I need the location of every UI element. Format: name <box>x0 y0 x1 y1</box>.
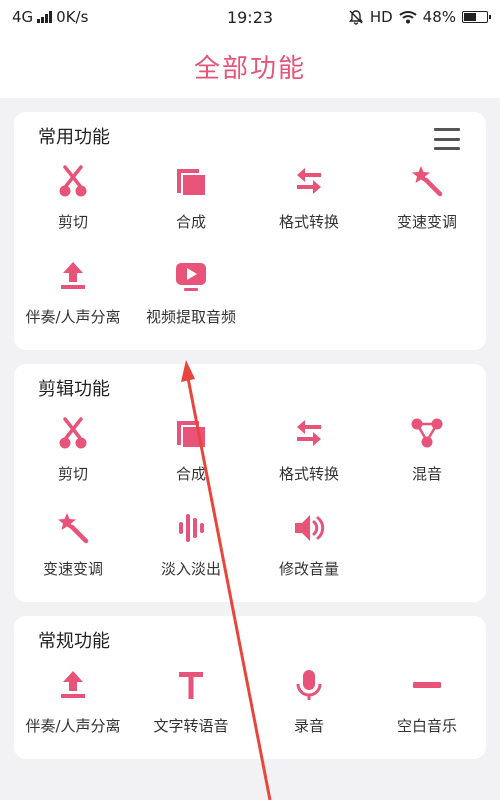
feature-label: 合成 <box>175 213 206 231</box>
text-icon <box>173 667 209 703</box>
feature-grid: 剪切 合成 格式转换 混音 变速变调 淡入淡出 修改音量 <box>14 402 486 592</box>
feature-label: 变速变调 <box>396 213 457 231</box>
signal-icon <box>37 11 53 23</box>
battery-percent: 48% <box>422 8 456 26</box>
section-card: 剪辑功能 剪切 合成 格式转换 混音 变速变调 淡入淡出 修改音量 <box>14 364 486 602</box>
feature-item[interactable]: 文字转语音 <box>132 654 250 749</box>
feature-label: 伴奏/人声分离 <box>25 717 121 735</box>
feature-item[interactable]: 视频提取音频 <box>132 245 250 340</box>
minus-icon <box>409 667 445 703</box>
feature-label: 修改音量 <box>278 560 339 578</box>
status-bar: 4G 0K/s 19:23 HD 48% <box>0 0 500 34</box>
menu-icon[interactable] <box>434 128 460 150</box>
network-type: 4G <box>12 8 34 26</box>
feature-label: 混音 <box>411 465 442 483</box>
feature-item[interactable]: 格式转换 <box>250 150 368 245</box>
feature-item[interactable]: 混音 <box>368 402 486 497</box>
feature-item[interactable]: 剪切 <box>14 402 132 497</box>
page-title: 全部功能 <box>193 53 306 84</box>
page-header: 全部功能 <box>0 34 500 98</box>
feature-label: 视频提取音频 <box>145 308 236 326</box>
feature-item[interactable]: 剪切 <box>14 150 132 245</box>
upload-icon <box>55 258 91 294</box>
feature-label: 伴奏/人声分离 <box>25 308 121 326</box>
feature-grid: 伴奏/人声分离 文字转语音 录音 空白音乐 <box>14 654 486 749</box>
sections-container: 常用功能 剪切 合成 格式转换 变速变调 伴奏/人声分离 视频提取音频 剪辑功能… <box>0 112 500 759</box>
waveform-icon <box>173 510 209 546</box>
feature-label: 空白音乐 <box>396 717 457 735</box>
battery-icon <box>462 11 491 23</box>
feature-item[interactable]: 变速变调 <box>14 497 132 592</box>
volume-icon <box>291 510 327 546</box>
feature-item[interactable]: 淡入淡出 <box>132 497 250 592</box>
feature-item[interactable]: 合成 <box>132 150 250 245</box>
feature-item[interactable]: 伴奏/人声分离 <box>14 654 132 749</box>
merge-icon <box>173 415 209 451</box>
feature-label: 剪切 <box>57 213 88 231</box>
network-speed: 0K/s <box>56 8 89 26</box>
mute-bell-icon <box>348 10 363 25</box>
scissors-icon <box>55 415 91 451</box>
feature-item[interactable]: 录音 <box>250 654 368 749</box>
magic-wand-icon <box>55 510 91 546</box>
wifi-icon <box>398 11 417 24</box>
feature-label: 变速变调 <box>42 560 103 578</box>
feature-label: 格式转换 <box>278 213 339 231</box>
hd-badge: HD <box>369 8 393 26</box>
feature-item[interactable]: 格式转换 <box>250 402 368 497</box>
section-title: 常规功能 <box>38 631 110 652</box>
section-title: 常用功能 <box>38 127 110 148</box>
feature-item[interactable]: 修改音量 <box>250 497 368 592</box>
convert-icon <box>291 415 327 451</box>
section-card: 常用功能 剪切 合成 格式转换 变速变调 伴奏/人声分离 视频提取音频 <box>14 112 486 350</box>
upload-icon <box>55 667 91 703</box>
feature-label: 录音 <box>293 717 324 735</box>
mix-icon <box>409 415 445 451</box>
section-card: 常规功能 伴奏/人声分离 文字转语音 录音 空白音乐 <box>14 616 486 759</box>
convert-icon <box>291 163 327 199</box>
feature-label: 格式转换 <box>278 465 339 483</box>
status-left: 4G 0K/s <box>12 8 88 26</box>
merge-icon <box>173 163 209 199</box>
feature-label: 淡入淡出 <box>160 560 221 578</box>
feature-label: 文字转语音 <box>153 717 229 735</box>
magic-wand-icon <box>409 163 445 199</box>
status-right: HD 48% <box>348 8 491 26</box>
section-title: 剪辑功能 <box>38 379 110 400</box>
feature-label: 剪切 <box>57 465 88 483</box>
feature-item[interactable]: 变速变调 <box>368 150 486 245</box>
feature-item[interactable]: 伴奏/人声分离 <box>14 245 132 340</box>
microphone-icon <box>291 667 327 703</box>
scissors-icon <box>55 163 91 199</box>
feature-label: 合成 <box>175 465 206 483</box>
feature-grid: 剪切 合成 格式转换 变速变调 伴奏/人声分离 视频提取音频 <box>14 150 486 340</box>
video-play-icon <box>173 258 209 294</box>
feature-item[interactable]: 合成 <box>132 402 250 497</box>
feature-item[interactable]: 空白音乐 <box>368 654 486 749</box>
